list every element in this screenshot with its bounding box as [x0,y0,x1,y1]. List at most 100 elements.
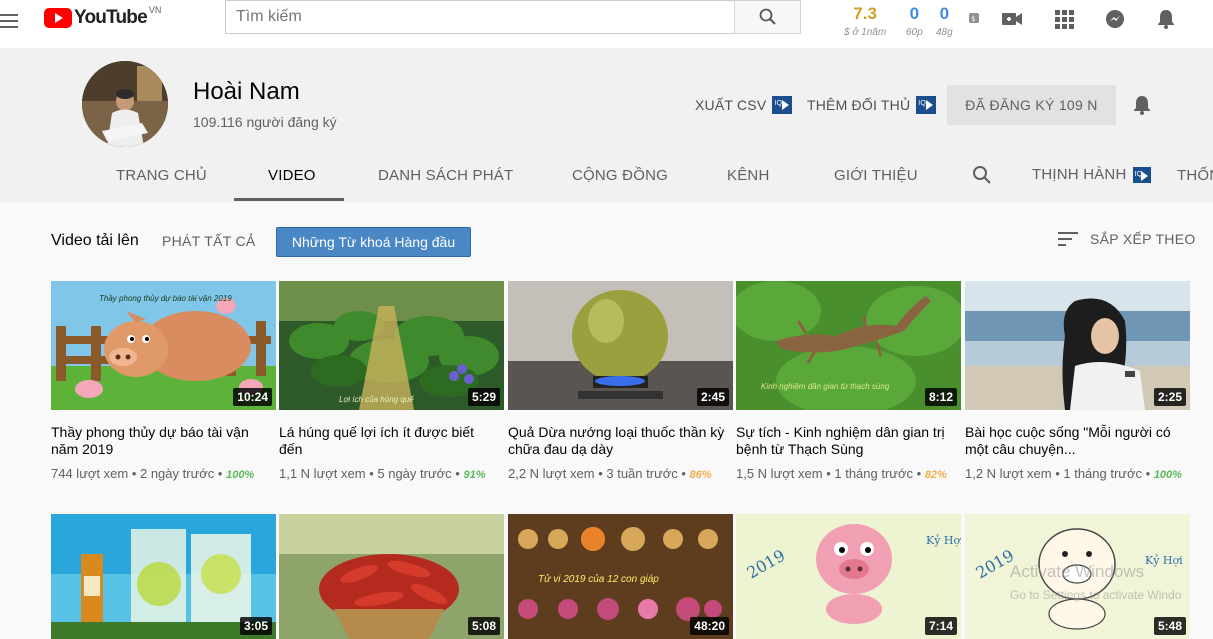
tab-trending[interactable]: THỊNH HÀNH [1032,166,1151,183]
search-button[interactable] [734,0,801,34]
vidiq-badge-icon [1132,166,1151,183]
tab-videos[interactable]: VIDEO [268,167,316,184]
video-duration: 8:12 [924,388,957,406]
video-age: 3 tuần trước [606,466,678,481]
video-duration: 2:25 [1153,388,1186,406]
vidiq-badge-icon [916,96,937,114]
stat-60p[interactable]: 0 60p [906,4,923,38]
tab-stats[interactable]: THỐN [1177,167,1213,184]
video-duration: 10:24 [233,388,272,406]
video-age: 2 ngày trước [139,466,215,481]
subscribed-button[interactable]: ĐÃ ĐĂNG KÝ 109 N [947,85,1116,125]
stat-earnings[interactable]: 7.3 $ ở 1năm [844,4,886,38]
stat-value: 0 [909,4,920,23]
avatar-image [82,61,168,147]
video-meta: 1,2 N lượt xem • 1 tháng trước • 100% [965,466,1182,481]
video-duration: 5:08 [467,617,500,635]
watermark-title: Activate Windows [1010,562,1145,581]
add-competitor-button[interactable]: THÊM ĐỐI THỦ [807,96,937,114]
windows-activation-watermark: Activate Windows Go to Settings to activ… [1010,562,1181,602]
play-all-button[interactable]: PHÁT TẤT CẢ [162,233,256,249]
video-card[interactable]: Lợi ích của húng quế 5:29 Lá húng quế lợ… [279,281,504,481]
stat-value: 0 [939,4,950,23]
vidiq-score: 82% [924,469,947,481]
channel-notification-bell-icon[interactable] [1131,94,1153,116]
vidiq-score: 100% [1153,469,1182,481]
masthead: YouTube VN 7.3 $ ở 1năm 0 60p 0 48g $ [0,0,1213,48]
tab-community[interactable]: CỘNG ĐỒNG [572,167,668,184]
tab-home[interactable]: TRANG CHỦ [116,167,207,184]
messages-icon[interactable] [1104,8,1126,30]
video-card[interactable]: Thầy phong thủy dự báo tài vận 2019 10:2… [51,281,276,481]
top-keywords-button[interactable]: Những Từ khoá Hàng đầu [276,227,471,257]
video-meta: 2,2 N lượt xem • 3 tuần trước • 86% [508,466,712,481]
active-tab-indicator [234,198,344,201]
stat-48g[interactable]: 0 48g [936,4,953,38]
video-thumbnail[interactable]: 5:08 [279,514,504,639]
tab-trending-label: THỊNH HÀNH [1032,166,1127,183]
video-card[interactable]: Tử vi 2019 của 12 con giáp 48:20 [508,514,733,639]
create-video-icon[interactable] [1001,8,1023,30]
video-thumbnail[interactable]: 2:45 [508,281,733,410]
video-title[interactable]: Thầy phong thủy dự báo tài vận năm 2019 [51,424,271,458]
video-meta: 1,5 N lượt xem • 1 tháng trước • 82% [736,466,947,481]
video-thumbnail[interactable]: Thầy phong thủy dự báo tài vận 2019 10:2… [51,281,276,410]
tab-about[interactable]: GIỚI THIỆU [834,167,918,184]
video-card[interactable]: 2:45 Quả Dừa nướng loại thuốc thần kỳ ch… [508,281,733,481]
menu-icon[interactable] [0,10,22,32]
subscriber-count: 109.116 người đăng ký [193,114,337,130]
video-title[interactable]: Quả Dừa nướng loại thuốc thần kỳ chữa đa… [508,424,728,458]
video-thumbnail[interactable]: 2:25 [965,281,1190,410]
video-views: 2,2 N lượt xem [508,466,595,481]
video-thumbnail[interactable]: Kinh nghiệm dân gian từ thạch sùng 8:12 [736,281,961,410]
video-duration: 48:20 [690,617,729,635]
channel-header: Hoài Nam 109.116 người đăng ký XUẤT CSV … [0,48,1213,202]
export-csv-button[interactable]: XUẤT CSV [695,96,793,114]
video-duration: 3:05 [239,617,272,635]
thumbnail-caption: Kinh nghiệm dân gian từ thạch sùng [761,382,890,391]
channel-avatar[interactable] [82,61,168,147]
video-thumbnail[interactable]: Tử vi 2019 của 12 con giáp 48:20 [508,514,733,639]
vidiq-score: 86% [689,469,712,481]
sort-by-button[interactable]: SẮP XẾP THEO [1058,231,1196,247]
video-duration: 7:14 [924,617,957,635]
channel-tabs: TRANG CHỦ VIDEO DANH SÁCH PHÁT CỘNG ĐỒNG… [0,153,1213,201]
tab-playlists[interactable]: DANH SÁCH PHÁT [378,167,513,184]
sort-icon [1058,232,1078,246]
svg-text:Kỷ Hợi: Kỷ Hợi [926,534,961,547]
video-duration: 2:45 [696,388,729,406]
channel-search-icon[interactable] [972,165,992,185]
video-card[interactable]: 5:08 [279,514,504,639]
video-meta: 744 lượt xem • 2 ngày trước • 100% [51,466,255,481]
video-thumbnail[interactable]: Lợi ích của húng quế 5:29 [279,281,504,410]
small-settings-icon[interactable]: $ [968,12,980,24]
channel-name: Hoài Nam [193,78,300,105]
video-title[interactable]: Sự tích - Kinh nghiệm dân gian trị bệnh … [736,424,956,458]
video-views: 744 lượt xem [51,466,129,481]
logo-country: VN [148,5,162,15]
video-duration: 5:29 [467,388,500,406]
video-card[interactable]: 2:25 Bài học cuộc sống "Mỗi người có một… [965,281,1190,481]
video-duration: 5:48 [1153,617,1186,635]
video-views: 1,5 N lượt xem [736,466,823,481]
video-title[interactable]: Bài học cuộc sống "Mỗi người có một câu … [965,424,1185,458]
video-thumbnail[interactable]: 3:05 [51,514,276,639]
tab-channels[interactable]: KÊNH [727,167,769,184]
video-card[interactable]: Kinh nghiệm dân gian từ thạch sùng 8:12 … [736,281,961,481]
search-bar [225,0,801,34]
video-card[interactable]: 3:05 [51,514,276,639]
search-input[interactable] [225,0,734,34]
vidiq-score: 100% [226,469,255,481]
thumbnail-caption: Tử vi 2019 của 12 con giáp [538,574,659,585]
video-card[interactable]: 2019 Kỷ Hợi 7:14 [736,514,961,639]
logo-text: YouTube [74,7,148,28]
export-csv-label: XUẤT CSV [695,97,767,113]
youtube-logo[interactable]: YouTube VN [44,5,162,29]
video-title[interactable]: Lá húng quế lợi ích ít được biết đến [279,424,499,458]
apps-grid-icon[interactable] [1053,8,1075,30]
video-thumbnail[interactable]: 2019 Kỷ Hợi 7:14 [736,514,961,639]
vidiq-badge-icon [772,96,793,114]
add-competitor-label: THÊM ĐỐI THỦ [807,97,911,113]
video-views: 1,1 N lượt xem [279,466,366,481]
notifications-bell-icon[interactable] [1155,8,1177,30]
